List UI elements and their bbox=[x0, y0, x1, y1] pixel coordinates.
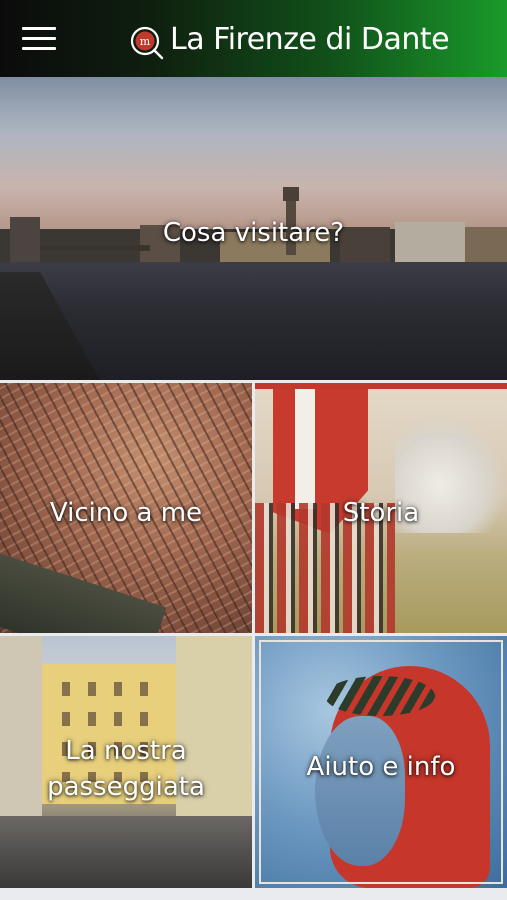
tile-la-nostra-passeggiata[interactable]: La nostra passeggiata bbox=[0, 636, 252, 888]
app-header: m La Firenze di Dante bbox=[0, 0, 507, 77]
tile-storia[interactable]: Storia bbox=[255, 383, 507, 633]
tile-label-storia: Storia bbox=[342, 498, 420, 528]
tile-aiuto-e-info[interactable]: Aiuto e info bbox=[255, 636, 507, 888]
divider bbox=[0, 633, 507, 636]
tile-vicino-a-me[interactable]: Vicino a me bbox=[0, 383, 252, 633]
dante-logo-icon: m bbox=[130, 26, 164, 60]
tile-label-aiuto-e-info: Aiuto e info bbox=[306, 752, 456, 782]
hamburger-menu-icon[interactable] bbox=[22, 27, 56, 51]
tile-cosa-visitare[interactable]: Cosa visitare? bbox=[0, 77, 507, 380]
bottom-spacer bbox=[0, 888, 507, 900]
logo-letter: m bbox=[140, 35, 151, 48]
tile-label-la-nostra-passeggiata: La nostra passeggiata bbox=[47, 736, 205, 802]
tile-label-vicino-a-me: Vicino a me bbox=[49, 498, 203, 528]
street-crowd-image bbox=[0, 816, 252, 888]
tile-label-cosa-visitare: Cosa visitare? bbox=[162, 218, 345, 248]
app-title: La Firenze di Dante bbox=[170, 22, 450, 57]
banner-stripe-image bbox=[295, 389, 315, 509]
fresco-border bbox=[255, 383, 507, 389]
